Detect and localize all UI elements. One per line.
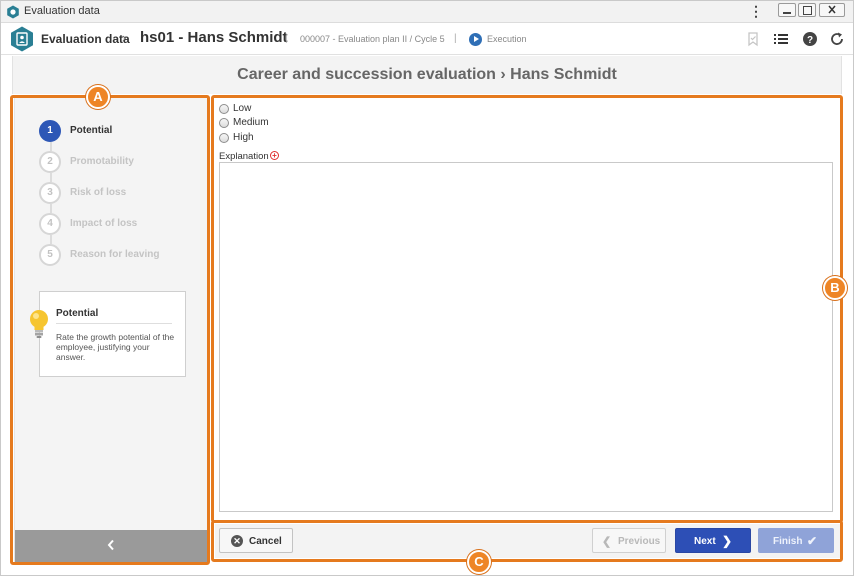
evaluation-plan-label: 000007 - Evaluation plan II / Cycle 5	[300, 34, 445, 44]
bookmark-icon[interactable]	[745, 31, 761, 47]
close-button[interactable]	[819, 3, 845, 17]
callout-frame-c	[211, 520, 843, 562]
evaluation-module-icon	[11, 26, 33, 52]
app-logo-icon	[7, 5, 19, 19]
page-title: Career and succession evaluation › Hans …	[237, 66, 617, 83]
header-title: Evaluation data	[41, 32, 130, 46]
app-header: Evaluation data › hs01 - Hans Schmidt | …	[1, 23, 853, 55]
list-icon[interactable]	[773, 31, 789, 47]
svg-text:?: ?	[807, 35, 813, 46]
record-title: hs01 - Hans Schmidt	[140, 29, 288, 46]
status-label: Execution	[487, 34, 527, 44]
callout-badge-b: B	[823, 276, 847, 300]
window-menu-icon[interactable]: ⋮	[749, 3, 763, 20]
header-divider: |	[285, 33, 288, 44]
execution-play-icon	[469, 33, 482, 46]
breadcrumb-separator: ›	[122, 30, 127, 45]
application-window: Evaluation data ⋮ Evaluation data › hs01…	[0, 0, 854, 576]
refresh-icon[interactable]	[829, 31, 845, 47]
minimize-button[interactable]	[778, 3, 796, 17]
close-icon	[828, 5, 836, 14]
callout-frame-b	[211, 95, 843, 523]
callout-badge-c: C	[467, 550, 491, 574]
window-titlebar: Evaluation data ⋮	[1, 1, 853, 23]
window-title: Evaluation data	[24, 5, 100, 17]
header-divider: |	[454, 33, 457, 44]
callout-badge-a: A	[86, 85, 110, 109]
help-icon[interactable]: ?	[802, 31, 818, 47]
maximize-button[interactable]	[798, 3, 816, 17]
page-title-band: Career and succession evaluation › Hans …	[12, 56, 842, 94]
callout-frame-a	[10, 95, 210, 565]
